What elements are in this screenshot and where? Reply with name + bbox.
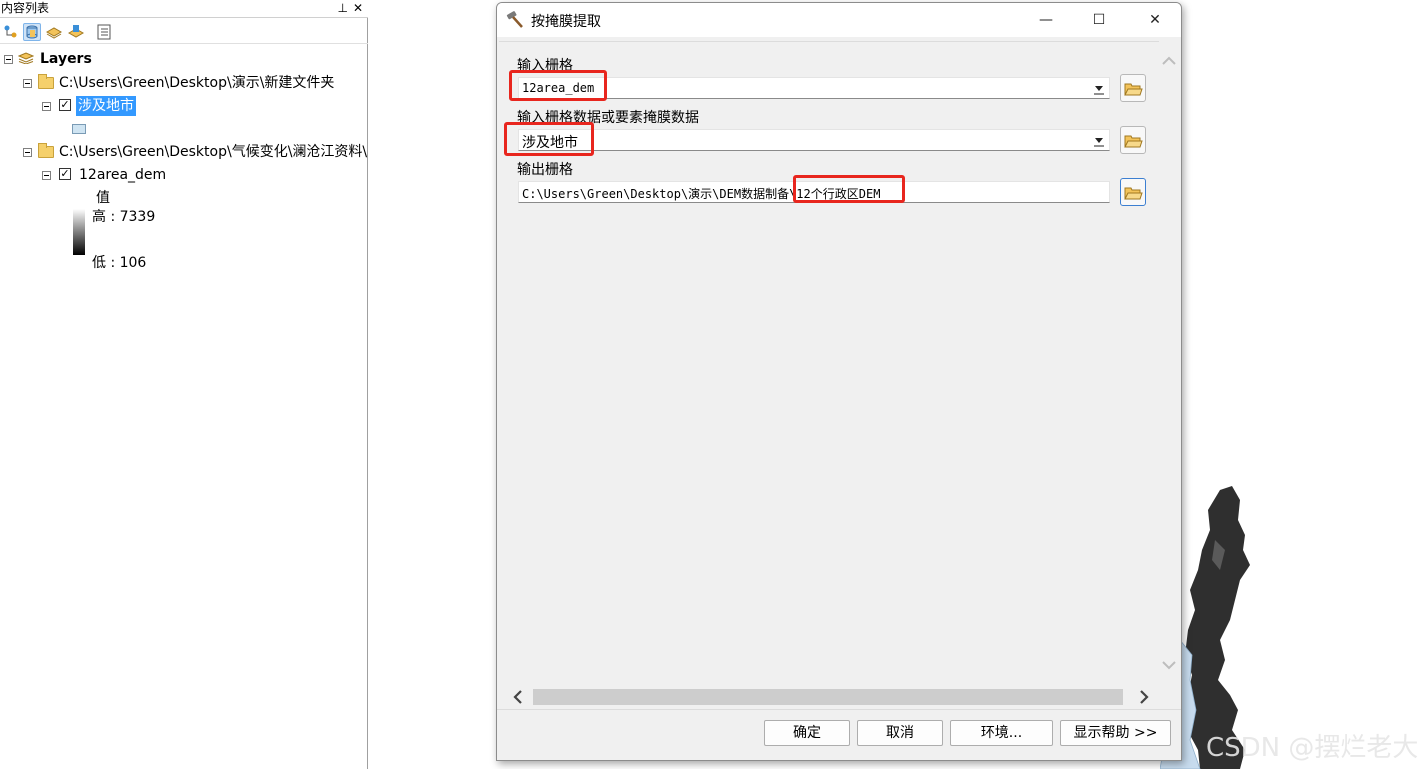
options-icon[interactable] — [95, 23, 113, 41]
dialog-title-bar[interactable]: 按掩膜提取 — ☐ ✕ — [497, 3, 1181, 37]
toc-tree: Layers C:\Users\Green\Desktop\演示\新建文件夹 ✓… — [0, 46, 368, 769]
browse-mask-data-button[interactable] — [1120, 126, 1146, 154]
dialog-title: 按掩膜提取 — [531, 14, 601, 30]
list-by-source-icon[interactable] — [23, 23, 41, 41]
scroll-down-icon[interactable] — [1161, 659, 1177, 671]
hammer-tool-icon — [506, 11, 523, 28]
pin-icon[interactable]: ⊥ — [338, 0, 348, 17]
close-button[interactable]: ✕ — [1144, 9, 1166, 31]
table-of-contents-panel: 内容列表 ⊥ ✕ Layers C:\Users\Green\Desktop\演… — [0, 0, 368, 769]
list-by-selection-icon[interactable] — [67, 23, 85, 41]
layers-icon — [18, 52, 34, 64]
extract-by-mask-dialog: 按掩膜提取 — ☐ ✕ 输入栅格 12area_dem 输入栅格数据或要素掩膜数… — [496, 2, 1182, 761]
folder-path-2[interactable]: C:\Users\Green\Desktop\气候变化\澜沧江资料\ — [59, 142, 367, 162]
dialog-footer: 确定 取消 环境... 显示帮助 >> — [497, 709, 1181, 760]
close-icon[interactable]: ✕ — [353, 0, 363, 17]
browse-output-raster-button[interactable] — [1120, 178, 1146, 206]
collapse-icon[interactable] — [23, 79, 32, 88]
collapse-icon[interactable] — [23, 148, 32, 157]
list-by-drawing-order-icon[interactable] — [2, 23, 20, 41]
collapse-icon[interactable] — [4, 55, 13, 64]
maximize-button[interactable]: ☐ — [1088, 9, 1110, 31]
layers-root-label[interactable]: Layers — [40, 49, 92, 69]
elevation-color-ramp[interactable] — [73, 209, 85, 255]
highlight-box — [509, 70, 607, 101]
folder-icon — [38, 143, 54, 158]
layer-name-selected[interactable]: 涉及地市 — [76, 96, 136, 116]
ok-button[interactable]: 确定 — [764, 720, 850, 746]
dialog-parameters-pane: 输入栅格 12area_dem 输入栅格数据或要素掩膜数据 涉及地市 输出栅格 … — [499, 41, 1159, 687]
layer-visibility-checkbox[interactable]: ✓ — [59, 99, 71, 111]
layer-name[interactable]: 12area_dem — [79, 165, 166, 185]
legend-high-label: 高 : 7339 — [92, 209, 156, 225]
scroll-left-icon[interactable] — [511, 689, 525, 705]
dropdown-arrow-icon[interactable] — [1091, 80, 1107, 96]
output-raster-label: 输出栅格 — [517, 162, 573, 178]
polygon-symbol-icon[interactable] — [72, 124, 86, 134]
legend-heading: 值 — [96, 190, 110, 206]
collapse-icon[interactable] — [42, 171, 51, 180]
collapse-icon[interactable] — [42, 102, 51, 111]
toc-toolbar — [0, 20, 368, 44]
open-folder-icon — [1124, 135, 1143, 148]
scroll-right-icon[interactable] — [1137, 689, 1151, 705]
browse-input-raster-button[interactable] — [1120, 74, 1146, 102]
legend-low-label: 低 : 106 — [92, 255, 147, 271]
show-help-button[interactable]: 显示帮助 >> — [1060, 720, 1171, 746]
watermark: CSDN @摆烂老大 — [1206, 733, 1419, 763]
toc-title-bar: 内容列表 ⊥ ✕ — [0, 0, 368, 18]
open-folder-icon — [1124, 83, 1143, 96]
environments-button[interactable]: 环境... — [950, 720, 1053, 746]
open-folder-icon — [1124, 187, 1143, 200]
scrollbar-thumb[interactable] — [533, 689, 1123, 705]
scroll-up-icon[interactable] — [1161, 55, 1177, 67]
highlight-box — [793, 175, 905, 203]
layer-visibility-checkbox[interactable]: ✓ — [59, 168, 71, 180]
highlight-box — [504, 122, 594, 156]
minimize-button[interactable]: — — [1035, 9, 1057, 31]
dropdown-arrow-icon[interactable] — [1091, 132, 1107, 148]
folder-path-1[interactable]: C:\Users\Green\Desktop\演示\新建文件夹 — [59, 73, 334, 93]
folder-icon — [38, 74, 54, 89]
toc-title: 内容列表 — [1, 1, 50, 15]
cancel-button[interactable]: 取消 — [857, 720, 943, 746]
horizontal-scrollbar[interactable] — [507, 687, 1159, 707]
vertical-scrollbar[interactable] — [1159, 41, 1179, 689]
mask-data-combobox[interactable]: 涉及地市 — [518, 129, 1110, 151]
list-by-visibility-icon[interactable] — [45, 23, 63, 41]
